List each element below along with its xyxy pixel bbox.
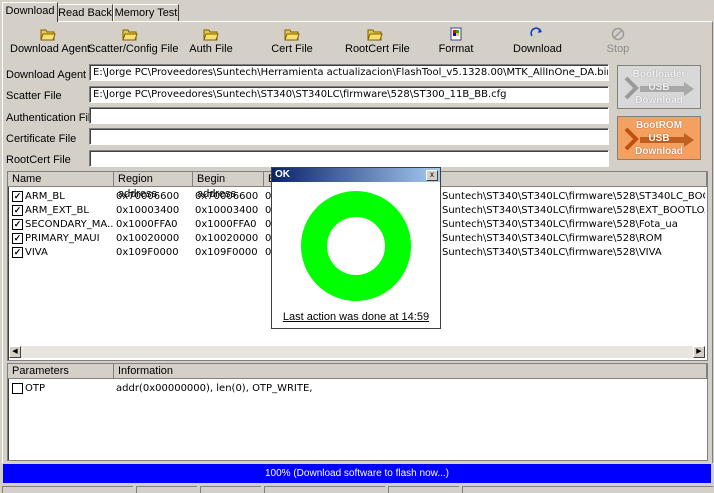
- folder-open-icon: [367, 29, 383, 41]
- tab-read-back[interactable]: Read Back: [57, 4, 113, 21]
- format-label: Format: [438, 43, 474, 55]
- begin-address: 0x109F0000: [195, 247, 258, 258]
- column-header-information[interactable]: Information: [114, 364, 707, 379]
- download-line: Download: [635, 95, 683, 106]
- tab-memory-test[interactable]: Memory Test: [113, 4, 179, 21]
- auth-file-label: Auth File: [189, 43, 233, 55]
- begin-address: 0x10020000: [195, 233, 259, 244]
- download-agent-label: Download Agent: [10, 43, 91, 55]
- begin-address: 0x10003400: [195, 205, 259, 216]
- column-header-name[interactable]: Name: [8, 172, 114, 187]
- cert-file-label: Cert File: [271, 43, 313, 55]
- file-path: Suntech\ST340\ST340LC\firmware\528\ST340…: [442, 191, 705, 202]
- authentication-file-field-label: Authentication File: [6, 112, 97, 124]
- bootrom-usb-download-button[interactable]: BootROM USB Download: [617, 116, 701, 160]
- parameters-list: Parameters Information OTP addr(0x000000…: [7, 363, 708, 461]
- rootcert-file-field-label: RootCert File: [6, 154, 71, 166]
- bootloader-usb-download-button[interactable]: Bootloader USB Download: [617, 65, 701, 109]
- file-path: Suntech\ST340\ST340LC\firmware\528\ROM: [442, 233, 663, 244]
- file-path: Suntech\ST340\ST340LC\firmware\528\Fota_…: [442, 219, 678, 230]
- tab-label: Read Back: [58, 7, 112, 19]
- file-path: Suntech\ST340\ST340LC\firmware\528\VIVA: [442, 247, 662, 258]
- close-icon[interactable]: x: [426, 170, 438, 181]
- bootloader-line: Bootloader: [632, 69, 686, 80]
- row-checkbox[interactable]: ✓: [12, 219, 23, 230]
- download-progress-bar: 100% (Download software to flash now...): [3, 464, 711, 483]
- row-checkbox[interactable]: ✓: [12, 247, 23, 258]
- horizontal-scrollbar[interactable]: ◀ ▶: [9, 346, 705, 358]
- scatter-config-button[interactable]: Scatter/Config File: [88, 27, 179, 57]
- parameter-name: OTP: [25, 383, 46, 394]
- column-header-region-address[interactable]: Region address: [114, 172, 193, 200]
- usb-line: USB: [648, 133, 670, 144]
- auth-file-button[interactable]: Auth File: [186, 27, 236, 57]
- row-checkbox[interactable]: ✓: [12, 191, 23, 202]
- certificate-file-field-label: Certificate File: [6, 133, 77, 145]
- region-address: 0x10003400: [116, 205, 180, 216]
- row-checkbox[interactable]: ✓: [12, 205, 23, 216]
- status-bar: [0, 485, 714, 493]
- stop-label: Stop: [606, 43, 630, 55]
- folder-open-icon: [39, 29, 56, 41]
- region-name: ARM_EXT_BL: [25, 205, 89, 216]
- last-action-message: Last action was done at 14:59: [282, 311, 430, 323]
- ok-dialog: OK x Last action was done at 14:59: [271, 167, 441, 329]
- folder-open-icon: [122, 29, 138, 41]
- scroll-right-icon[interactable]: ▶: [693, 346, 705, 358]
- rootcert-file-path-input[interactable]: [89, 150, 609, 167]
- otp-checkbox[interactable]: [12, 383, 23, 394]
- tab-label: Download: [5, 5, 55, 17]
- column-header-begin-address[interactable]: Begin address: [193, 172, 264, 200]
- column-header-parameters[interactable]: Parameters: [8, 364, 114, 379]
- download-agent-field-label: Download Agent: [6, 69, 87, 81]
- format-button[interactable]: Format: [436, 27, 476, 57]
- download-line: Download: [635, 146, 683, 157]
- region-name: SECONDARY_MA...: [25, 219, 113, 230]
- region-address: 0x109F0000: [116, 247, 179, 258]
- download-agent-button[interactable]: Download Agent: [10, 27, 91, 57]
- format-icon: [450, 27, 462, 41]
- scroll-left-icon[interactable]: ◀: [9, 346, 21, 358]
- folder-open-icon: [203, 29, 219, 41]
- stop-button[interactable]: Stop: [603, 27, 633, 57]
- bootrom-line: BootROM: [635, 120, 683, 131]
- dialog-title: OK: [275, 169, 290, 180]
- download-button[interactable]: Download: [513, 27, 562, 57]
- download-arrow-icon: [530, 27, 542, 37]
- dialog-title-bar[interactable]: OK: [272, 168, 440, 182]
- rootcert-file-label: RootCert File: [345, 43, 410, 55]
- usb-line: USB: [648, 82, 670, 93]
- region-name: VIVA: [25, 247, 48, 258]
- region-address: 0x10020000: [116, 233, 180, 244]
- scatter-file-field-label: Scatter File: [6, 90, 62, 102]
- row-checkbox[interactable]: ✓: [12, 233, 23, 244]
- begin-address: 0x1000FFA0: [195, 219, 257, 230]
- folder-open-icon: [284, 29, 300, 41]
- download-label: Download: [513, 43, 562, 55]
- certificate-file-path-input[interactable]: [89, 128, 609, 145]
- region-name: PRIMARY_MAUI: [25, 233, 100, 244]
- rootcert-file-button[interactable]: RootCert File: [345, 27, 410, 57]
- region-name: ARM_BL: [25, 191, 65, 202]
- scatter-file-path-input[interactable]: E:\Jorge PC\Proveedores\Suntech\ST340\ST…: [89, 86, 609, 103]
- authentication-file-path-input[interactable]: [89, 107, 609, 124]
- tab-label: Memory Test: [114, 7, 178, 19]
- success-ring-icon: [301, 191, 411, 301]
- parameter-information: addr(0x00000000), len(0), OTP_WRITE,: [116, 383, 313, 394]
- tab-download[interactable]: Download: [2, 2, 58, 22]
- download-agent-path-input[interactable]: E:\Jorge PC\Proveedores\Suntech\Herramie…: [89, 64, 609, 81]
- region-address: 0x1000FFA0: [116, 219, 178, 230]
- file-path: Suntech\ST340\ST340LC\firmware\528\EXT_B…: [442, 205, 705, 216]
- region-address: 0x70006600: [116, 191, 180, 202]
- stop-icon: [611, 27, 625, 41]
- cert-file-button[interactable]: Cert File: [270, 27, 314, 57]
- begin-address: 0x70006600: [195, 191, 259, 202]
- scatter-config-label: Scatter/Config File: [88, 43, 179, 55]
